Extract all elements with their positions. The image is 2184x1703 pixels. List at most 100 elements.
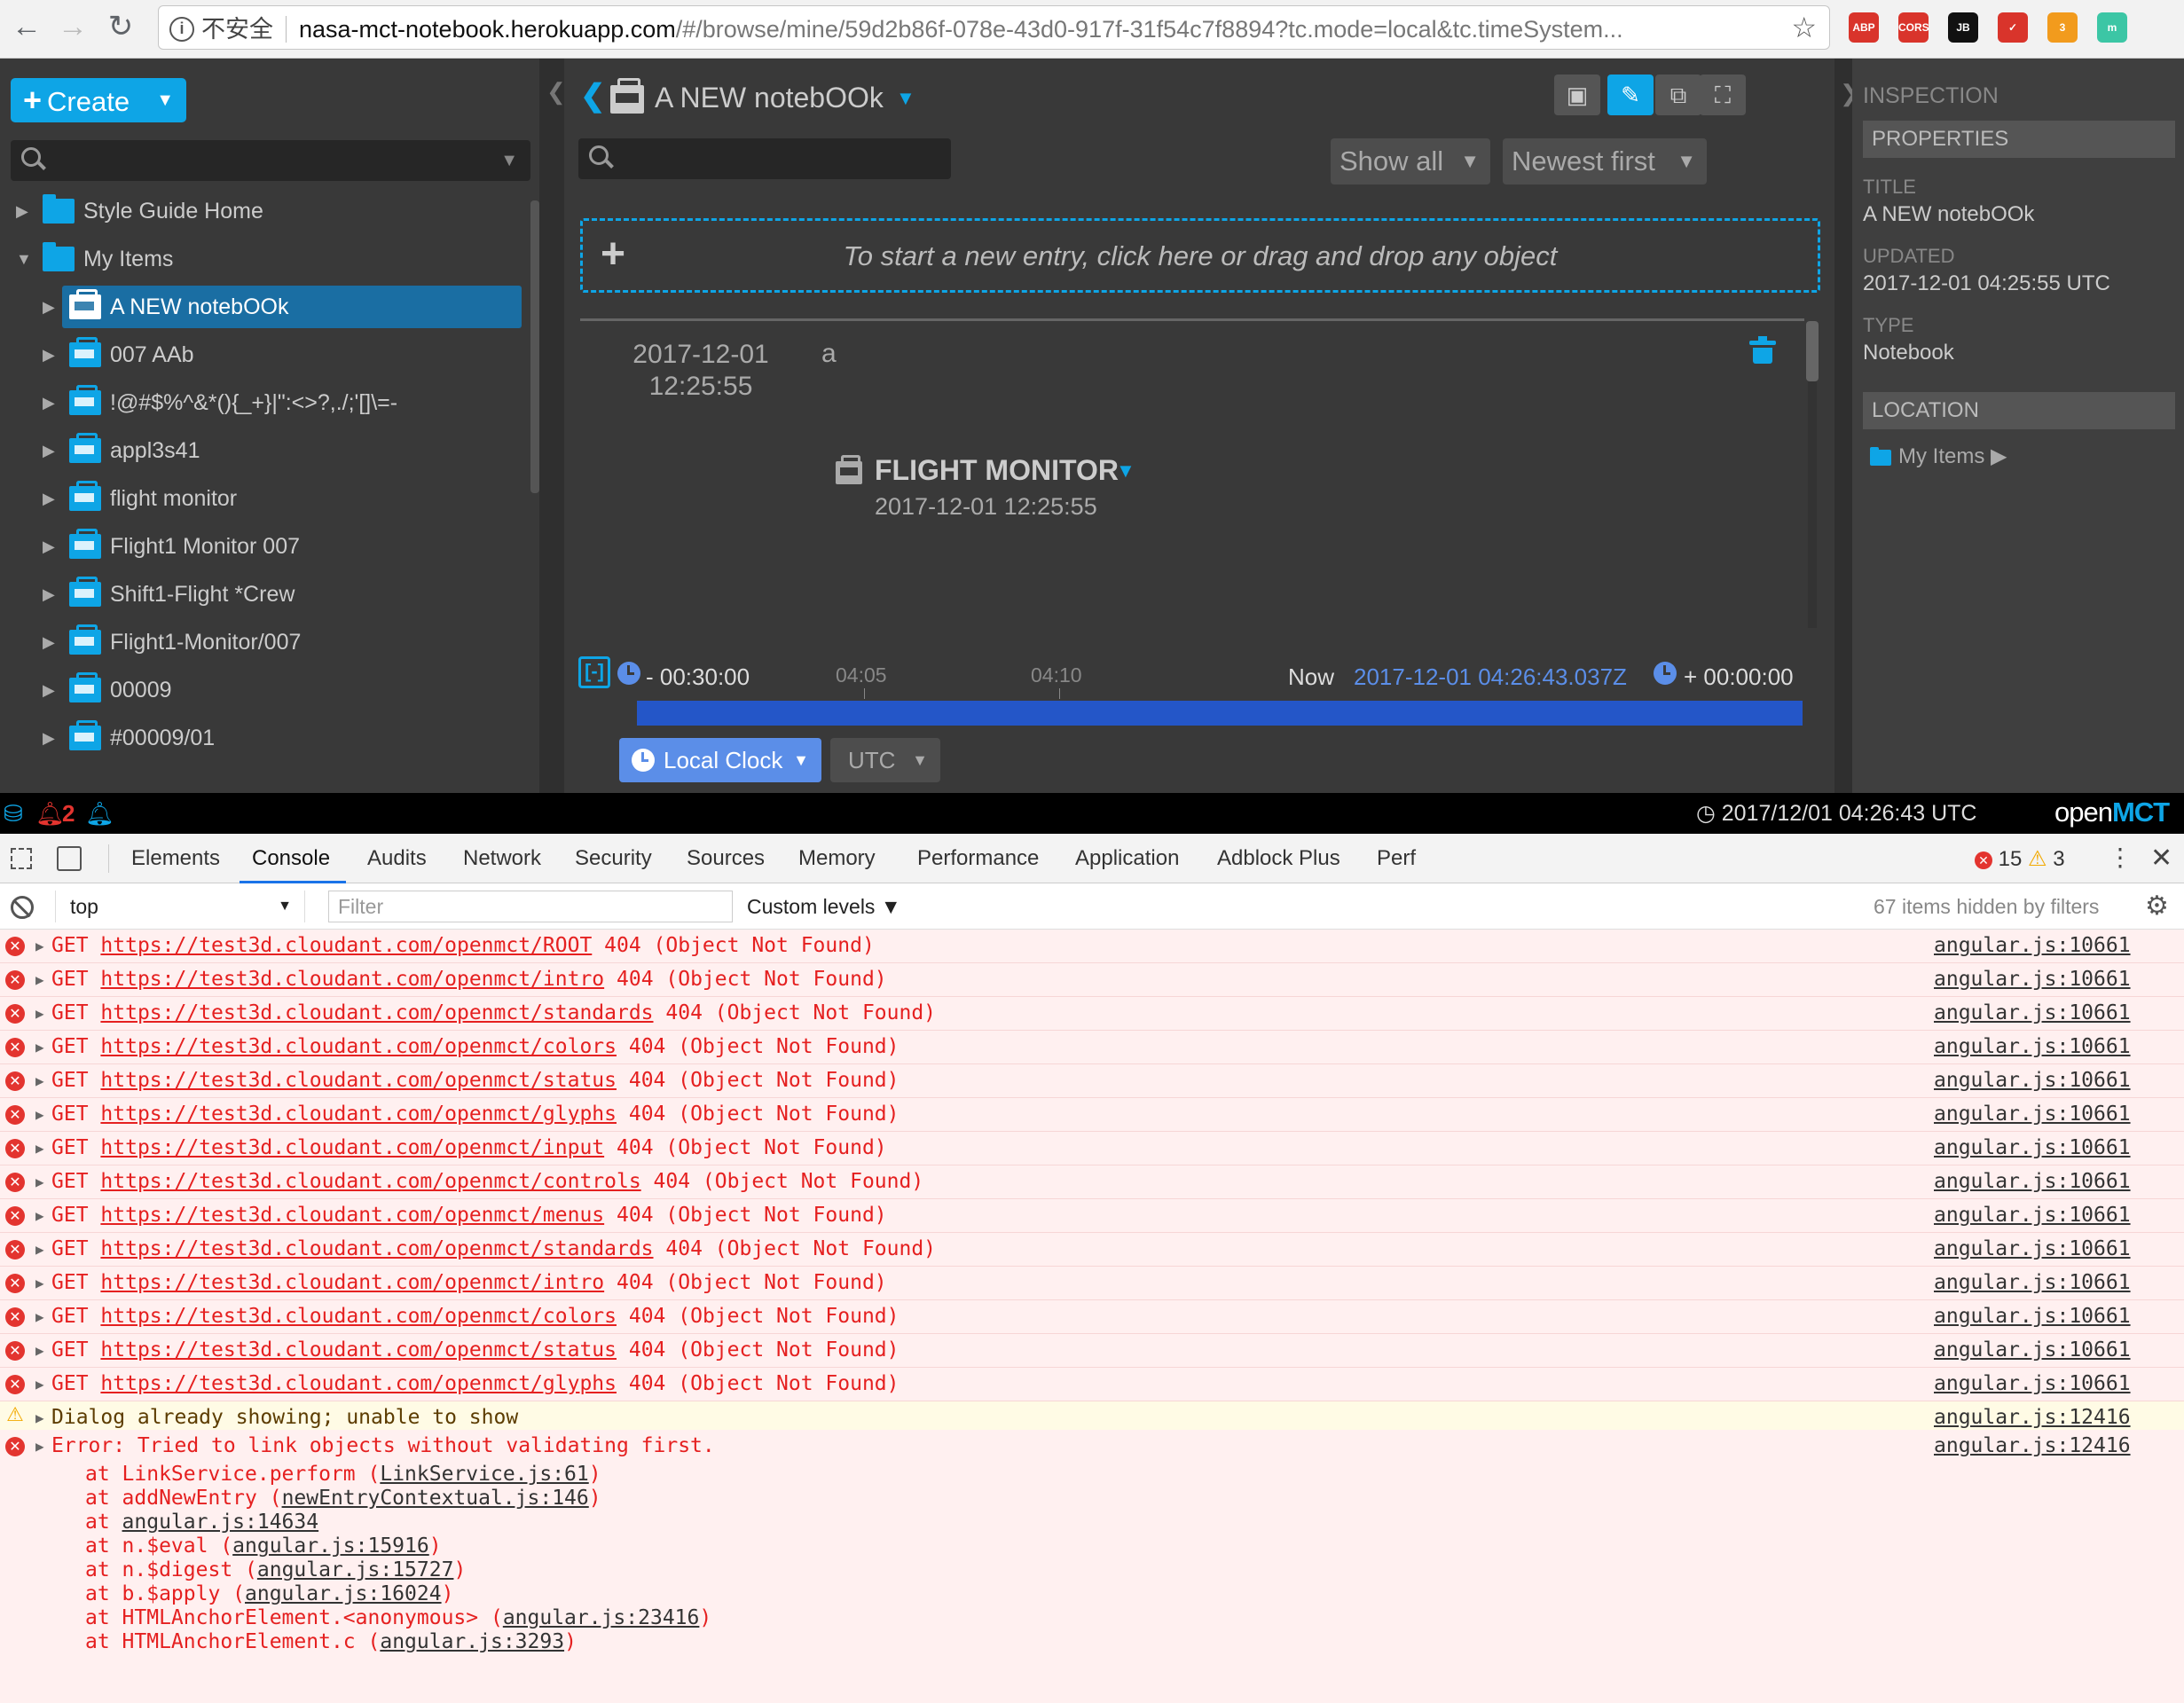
cors-icon[interactable]: CORS — [1898, 12, 1929, 43]
clock-icon[interactable] — [1654, 662, 1677, 685]
console-message[interactable]: ✕ ▶ GET https://test3d.cloudant.com/openmc… — [0, 1368, 2184, 1401]
tree-scrollbar[interactable] — [530, 200, 539, 493]
device-toolbar-icon[interactable] — [57, 846, 82, 871]
console-message[interactable]: ✕ ▶ GET https://test3d.cloudant.com/openmc… — [0, 997, 2184, 1031]
stack-location-link[interactable]: angular.js:16024 — [245, 1582, 442, 1605]
chevron-right-icon[interactable]: ▶ — [43, 573, 64, 616]
tab-audits[interactable]: Audits — [367, 846, 427, 871]
chevron-right-icon[interactable]: ▶ — [43, 477, 64, 520]
chevron-right-icon[interactable]: ▶ — [43, 429, 64, 472]
tab-memory[interactable]: Memory — [798, 846, 876, 871]
source-link[interactable]: angular.js:10661 — [1934, 1103, 2131, 1126]
expand-triangle-icon[interactable]: ▶ — [35, 938, 44, 954]
reload-icon[interactable]: ↻ — [101, 7, 140, 46]
stack-location-link[interactable]: newEntryContextual.js:146 — [282, 1487, 589, 1510]
expand-triangle-icon[interactable]: ▶ — [35, 1005, 44, 1022]
chevron-down-icon[interactable]: ▼ — [500, 151, 518, 171]
tree-search-input[interactable]: ▼ — [11, 140, 530, 181]
tab-perf[interactable]: Perf — [1377, 846, 1416, 871]
left-splitter[interactable]: ❮ — [539, 59, 566, 793]
expand-triangle-icon[interactable]: ▶ — [35, 1409, 44, 1426]
request-url[interactable]: https://test3d.cloudant.com/openmct/stan… — [100, 1237, 653, 1260]
tree-item[interactable]: ▶ Flight1-Monitor/007 — [43, 621, 522, 663]
console-message[interactable]: ✕ ▶ GET https://test3d.cloudant.com/openmc… — [0, 1199, 2184, 1233]
console-message[interactable]: ✕ ▶ GET https://test3d.cloudant.com/openmc… — [0, 930, 2184, 963]
expand-triangle-icon[interactable]: ▶ — [35, 1039, 44, 1056]
entries-scrollbar[interactable] — [1806, 321, 1819, 381]
location-link[interactable]: My Items ▶ — [1870, 443, 2007, 469]
extension-check-icon[interactable]: ✓ — [1998, 12, 2028, 43]
clear-console-icon[interactable] — [11, 896, 34, 919]
source-link[interactable]: angular.js:10661 — [1934, 934, 2131, 957]
console-message[interactable]: ✕ ▶ GET https://test3d.cloudant.com/openmc… — [0, 1334, 2184, 1368]
source-link[interactable]: angular.js:10661 — [1934, 1271, 2131, 1294]
request-url[interactable]: https://test3d.cloudant.com/openmct/ROOT — [100, 934, 592, 957]
console-message[interactable]: ✕ ▶ GET https://test3d.cloudant.com/openmc… — [0, 1267, 2184, 1300]
chevron-right-icon[interactable]: ▶ — [43, 717, 64, 759]
tab-adblock-plus[interactable]: Adblock Plus — [1217, 846, 1340, 871]
console-message[interactable]: ✕ ▶ GET https://test3d.cloudant.com/openmc… — [0, 1031, 2184, 1064]
expand-triangle-icon[interactable]: ▶ — [35, 1438, 44, 1455]
request-url[interactable]: https://test3d.cloudant.com/openmct/intr… — [100, 1271, 604, 1294]
source-link[interactable]: angular.js:10661 — [1934, 968, 2131, 991]
chevron-down-icon[interactable]: ▼ — [16, 238, 37, 280]
console-message[interactable]: ✕ ▶ GET https://test3d.cloudant.com/openmc… — [0, 1098, 2184, 1132]
expand-triangle-icon[interactable]: ▶ — [35, 1140, 44, 1157]
profile-icon[interactable]: m — [2097, 12, 2127, 43]
chevron-down-icon[interactable]: ▼ — [1116, 459, 1135, 483]
stack-location-link[interactable]: angular.js:23416 — [503, 1606, 700, 1629]
expand-triangle-icon[interactable]: ▶ — [35, 1308, 44, 1325]
console-message[interactable]: ✕ ▶ GET https://test3d.cloudant.com/openmc… — [0, 963, 2184, 997]
source-link[interactable]: angular.js:10661 — [1934, 1069, 2131, 1092]
expand-triangle-icon[interactable]: ▶ — [35, 1072, 44, 1089]
stack-location-link[interactable]: angular.js:14634 — [122, 1511, 319, 1534]
console-filter-input[interactable]: Filter — [328, 891, 733, 922]
inspect-element-icon[interactable] — [11, 848, 32, 869]
console-message[interactable]: ✕ ▶ GET https://test3d.cloudant.com/openmc… — [0, 1132, 2184, 1165]
bookmark-star-icon[interactable]: ☆ — [1791, 6, 1817, 49]
time-conductor-icon[interactable]: [-] — [578, 656, 610, 688]
source-link[interactable]: angular.js:10661 — [1934, 1170, 2131, 1193]
request-url[interactable]: https://test3d.cloudant.com/openmct/colo… — [100, 1035, 617, 1058]
console-message[interactable]: ✕ ▶ GET https://test3d.cloudant.com/openmc… — [0, 1165, 2184, 1199]
issue-counts[interactable]: ✕ 15 ⚠ 3 — [1975, 846, 2065, 872]
clock-icon[interactable] — [617, 662, 640, 685]
source-link[interactable]: angular.js:10661 — [1934, 1305, 2131, 1328]
alert-count[interactable]: 2 — [62, 800, 75, 828]
notebook-snapshot-button[interactable]: ▣ — [1554, 75, 1600, 115]
request-url[interactable]: https://test3d.cloudant.com/openmct/glyp… — [100, 1372, 617, 1395]
time-axis-bar[interactable] — [637, 701, 1803, 726]
chevron-right-icon[interactable]: ▶ — [43, 286, 64, 328]
stack-location-link[interactable]: angular.js:15727 — [257, 1558, 454, 1581]
notification-bell-icon[interactable]: 🔔︎ — [85, 800, 114, 828]
chevron-right-icon[interactable]: ▶ — [43, 669, 64, 711]
forward-arrow-icon[interactable]: → — [53, 7, 92, 46]
clock-select[interactable]: Local Clock ▼ — [619, 738, 821, 782]
tree-item[interactable]: ▶ appl3s41 — [43, 429, 522, 472]
new-entry-dropzone[interactable]: + To start a new entry, click here or dr… — [580, 218, 1820, 293]
show-all-select[interactable]: Show all ▼ — [1331, 138, 1490, 184]
right-splitter[interactable]: ❯ — [1834, 59, 1859, 793]
log-levels-select[interactable]: Custom levels ▼ — [747, 891, 901, 922]
stack-location-link[interactable]: angular.js:15916 — [232, 1534, 429, 1558]
tree-item[interactable]: ▶ !@#$%^&*(){_+}|":<>?,./;'[]\=- — [43, 381, 522, 424]
tree-item[interactable]: ▶ #00009/01 — [43, 717, 522, 759]
source-link[interactable]: angular.js:10661 — [1934, 1136, 2131, 1159]
tree-item[interactable]: ▶ 007 AAb — [43, 334, 522, 376]
console-message[interactable]: ✕ ▶ GET https://test3d.cloudant.com/openmc… — [0, 1064, 2184, 1098]
back-arrow-icon[interactable]: ← — [7, 7, 46, 46]
console-message[interactable]: ✕ ▶ GET https://test3d.cloudant.com/openmc… — [0, 1233, 2184, 1267]
source-link[interactable]: angular.js:10661 — [1934, 1372, 2131, 1395]
tab-security[interactable]: Security — [575, 846, 652, 871]
info-icon[interactable]: i — [169, 16, 194, 42]
stack-location-link[interactable]: angular.js:3293 — [380, 1630, 564, 1653]
chevron-right-icon[interactable]: ▶ — [43, 334, 64, 376]
chevron-right-icon[interactable]: ▶ — [43, 381, 64, 424]
request-url[interactable]: https://test3d.cloudant.com/openmct/colo… — [100, 1305, 617, 1328]
expand-triangle-icon[interactable]: ▶ — [35, 1275, 44, 1291]
new-window-button[interactable]: ⧉ — [1655, 75, 1701, 115]
edit-pencil-button[interactable]: ✎ — [1607, 75, 1654, 115]
tree-item[interactable]: ▶ flight monitor — [43, 477, 522, 520]
stack-location-link[interactable]: LinkService.js:61 — [380, 1463, 588, 1486]
time-system-select[interactable]: UTC ▼ — [830, 738, 940, 782]
